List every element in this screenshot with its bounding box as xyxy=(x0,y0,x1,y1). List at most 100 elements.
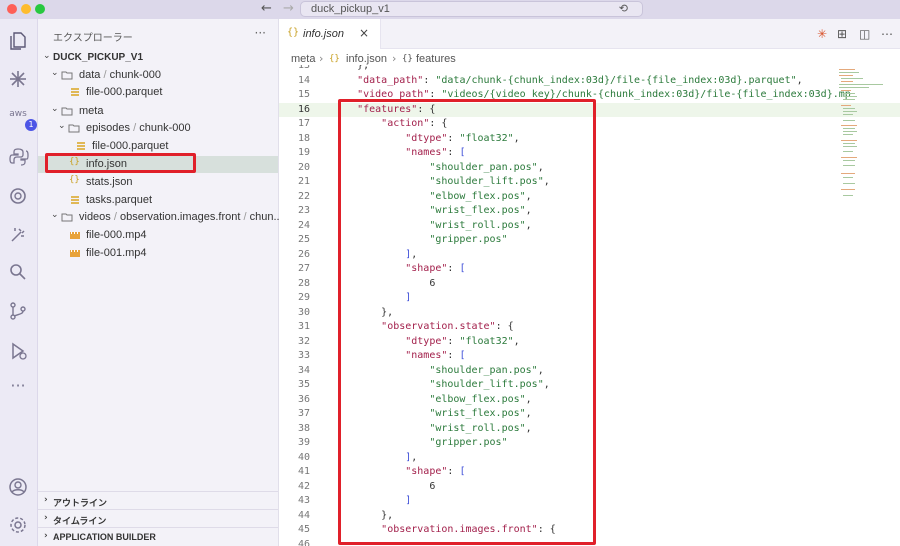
line-number: 34 xyxy=(297,364,310,376)
symbol-icon: {} xyxy=(402,54,413,64)
copilot-icon[interactable] xyxy=(7,185,29,207)
code-text: }, xyxy=(333,65,370,71)
maximize-window-button[interactable] xyxy=(35,4,45,14)
tab-info-json[interactable]: {} info.json × xyxy=(279,19,381,49)
line-number: 40 xyxy=(297,451,310,463)
folder-icon xyxy=(61,213,73,222)
tree-item-videos-folder[interactable]: ⌄ videos / observation.images.front / ch… xyxy=(38,209,283,226)
subfolder-name: observation.images.front xyxy=(119,211,241,223)
tree-item-video-file[interactable]: file-000.mp4 xyxy=(38,227,278,244)
split-editor-icon[interactable]: ◫ xyxy=(859,27,870,41)
more-actions-icon[interactable]: ⋯ xyxy=(881,27,893,41)
path-separator: / xyxy=(133,122,137,134)
json-file-icon: {} xyxy=(69,175,80,185)
line-number: 13 xyxy=(297,65,310,71)
subfolder-name: chun... xyxy=(249,211,283,223)
source-control-icon[interactable] xyxy=(7,300,29,322)
arrow-right-icon[interactable]: → xyxy=(283,1,294,16)
breadcrumb-file[interactable]: info.json xyxy=(346,53,387,65)
line-number: 28 xyxy=(297,277,310,289)
command-center[interactable]: duck_pickup_v1 ⟲ xyxy=(300,1,643,17)
folder-icon xyxy=(68,124,80,133)
tree-root[interactable]: ⌄ DUCK_PICKUP_V1 xyxy=(38,50,278,67)
line-number: 14 xyxy=(297,74,310,86)
chat-icon[interactable]: ⟲ xyxy=(619,2,628,15)
arrow-left-icon[interactable]: ← xyxy=(261,1,272,16)
parquet-file-icon xyxy=(71,196,79,204)
run-debug-icon[interactable] xyxy=(7,340,29,362)
root-folder-label: DUCK_PICKUP_V1 xyxy=(53,52,144,63)
folder-name: videos xyxy=(79,211,111,223)
search-icon[interactable] xyxy=(7,261,29,283)
chevron-right-icon: › xyxy=(44,513,48,523)
line-number: 27 xyxy=(297,263,310,274)
minimap[interactable] xyxy=(837,65,885,205)
timeline-section[interactable]: › タイムライン xyxy=(38,509,278,527)
aws-badge: 1 xyxy=(25,119,37,131)
folder-name: data xyxy=(79,69,101,81)
minimize-window-button[interactable] xyxy=(21,4,31,14)
tree-item-episodes-folder[interactable]: ⌄ episodes / chunk-000 xyxy=(38,120,278,137)
more-actions-icon[interactable]: ··· xyxy=(255,26,266,40)
application-builder-section[interactable]: › APPLICATION BUILDER xyxy=(38,527,278,545)
outline-section[interactable]: › アウトライン xyxy=(38,491,278,509)
line-number: 18 xyxy=(297,132,310,144)
compare-icon[interactable]: ⊞ xyxy=(837,27,847,41)
tab-label: info.json xyxy=(303,28,344,40)
line-number: 33 xyxy=(297,350,310,361)
file-label: stats.json xyxy=(86,176,133,188)
line-number: 36 xyxy=(297,393,310,405)
files-icon[interactable] xyxy=(7,30,29,52)
highlight-box-info-json xyxy=(45,153,196,173)
tree-item-tasks-parquet[interactable]: tasks.parquet xyxy=(38,192,278,209)
code-text: "data_path": "data/chunk-{chunk_index:03… xyxy=(357,74,803,86)
python-icon[interactable] xyxy=(7,146,29,168)
line-number: 32 xyxy=(297,335,310,347)
tree-item-video-file[interactable]: file-001.mp4 xyxy=(38,245,278,262)
command-center-text: duck_pickup_v1 xyxy=(311,3,390,15)
chevron-down-icon: ⌄ xyxy=(51,104,59,114)
chevron-down-icon: ⌄ xyxy=(51,210,59,220)
breadcrumb-folder[interactable]: meta xyxy=(291,53,315,65)
activity-bar: aws 1 ··· xyxy=(0,19,38,546)
highlight-box-features xyxy=(338,99,596,545)
close-window-button[interactable] xyxy=(7,4,17,14)
title-bar: ← → duck_pickup_v1 ⟲ xyxy=(0,0,900,19)
video-file-icon xyxy=(70,232,80,239)
close-icon[interactable]: × xyxy=(359,26,369,40)
line-number: 24 xyxy=(297,219,310,231)
line-number: 25 xyxy=(297,234,310,245)
line-number: 19 xyxy=(297,147,310,158)
parquet-file-icon xyxy=(71,88,79,96)
more-icon[interactable]: ··· xyxy=(7,375,29,397)
tree-item-file[interactable]: file-000.parquet xyxy=(38,84,278,101)
explorer-sidebar: エクスプローラー ··· ⌄ DUCK_PICKUP_V1 ⌄ data / c… xyxy=(38,19,283,546)
file-label: file-000.parquet xyxy=(92,140,169,152)
line-number: 41 xyxy=(297,466,310,477)
line-number: 21 xyxy=(297,176,310,187)
claude-icon[interactable] xyxy=(7,68,29,90)
line-number: 43 xyxy=(297,495,310,506)
tree-item-stats-json[interactable]: {} stats.json xyxy=(38,174,278,191)
folder-label: videos / observation.images.front / chun… xyxy=(79,211,283,223)
path-separator: / xyxy=(113,211,117,223)
wand-icon[interactable] xyxy=(7,224,29,246)
tree-item-data-folder[interactable]: ⌄ data / chunk-000 xyxy=(38,67,278,84)
line-number: 17 xyxy=(297,118,310,129)
account-icon[interactable] xyxy=(7,476,29,498)
subfolder-name: chunk-000 xyxy=(139,122,191,134)
line-number: 35 xyxy=(297,379,310,390)
code-line[interactable]: 14 "data_path": "data/chunk-{chunk_index… xyxy=(279,74,900,89)
aws-icon[interactable]: aws 1 xyxy=(7,107,37,131)
settings-icon[interactable] xyxy=(7,514,29,536)
breadcrumb-symbol[interactable]: features xyxy=(416,53,456,65)
code-line[interactable]: 13 }, xyxy=(279,65,900,74)
tree-item-meta-folder[interactable]: ⌄ meta xyxy=(38,103,278,120)
section-label: アウトライン xyxy=(53,498,108,508)
file-label: tasks.parquet xyxy=(86,194,153,206)
section-label: タイムライン xyxy=(53,516,107,526)
folder-label: meta xyxy=(79,105,104,117)
breadcrumb-separator: › xyxy=(319,52,324,65)
line-number: 31 xyxy=(297,321,310,332)
sparkle-icon[interactable]: ✳ xyxy=(817,27,827,41)
